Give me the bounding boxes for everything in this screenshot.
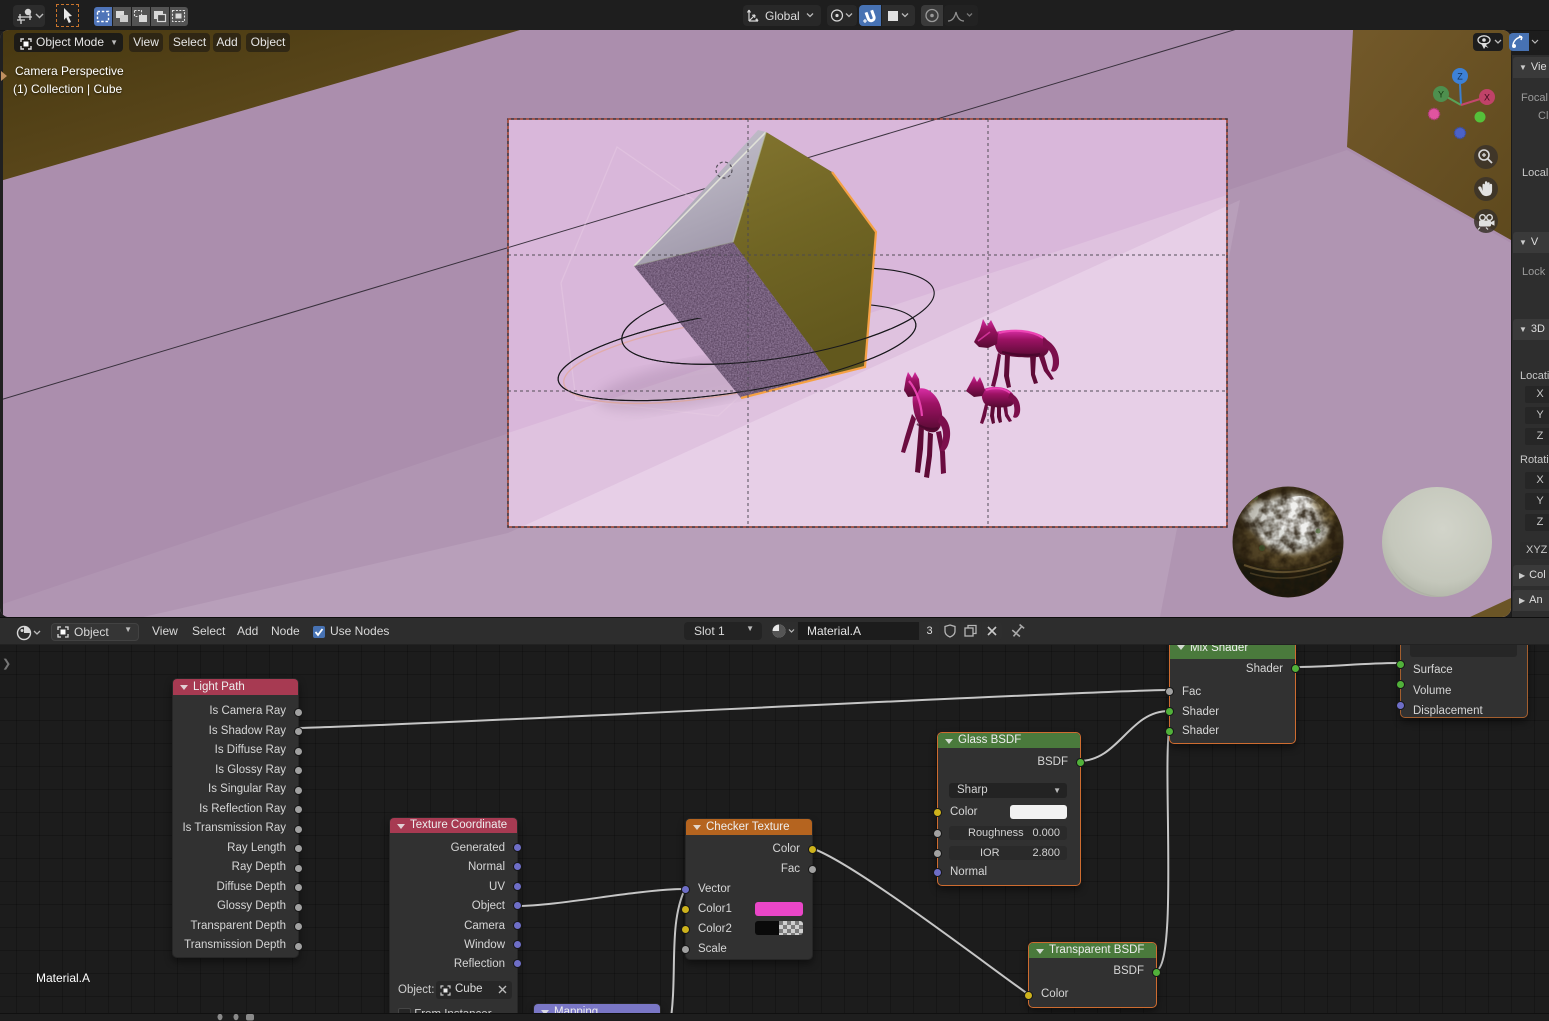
svg-text:Z: Z [1457, 72, 1463, 82]
svg-text:X: X [1484, 93, 1490, 103]
svg-text:Global: Global [765, 9, 800, 23]
svg-text:Y: Y [1438, 90, 1444, 100]
